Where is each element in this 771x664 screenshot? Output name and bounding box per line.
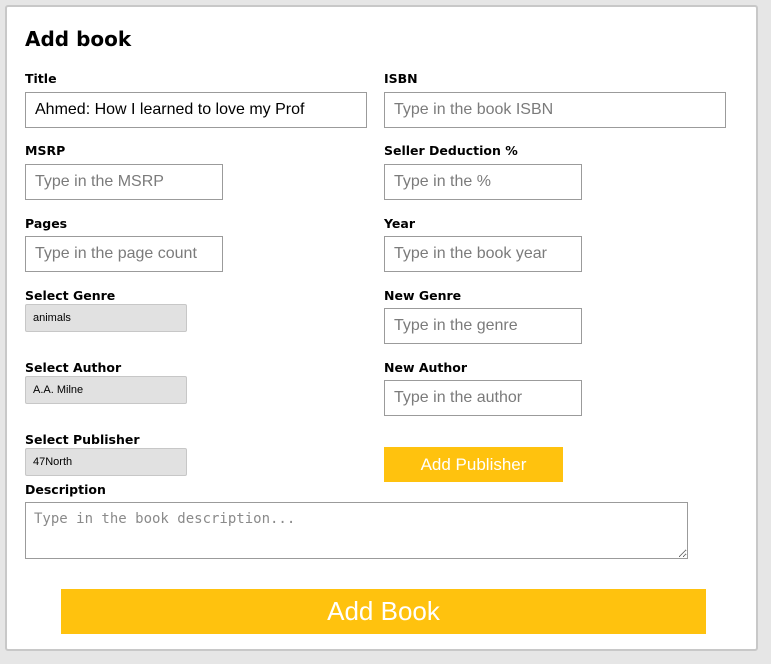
pages-input[interactable]: [25, 236, 223, 272]
msrp-input[interactable]: [25, 164, 223, 200]
author-select[interactable]: A.A. Milne: [25, 376, 187, 404]
isbn-input[interactable]: [384, 92, 726, 128]
author-select-value: A.A. Milne: [33, 384, 84, 396]
title-label: Title: [25, 71, 57, 86]
genre-select[interactable]: animals: [25, 304, 187, 332]
description-label: Description: [25, 482, 106, 497]
year-label: Year: [384, 216, 415, 231]
new-genre-input[interactable]: [384, 308, 582, 344]
select-publisher-label: Select Publisher: [25, 432, 140, 447]
new-author-input[interactable]: [384, 380, 582, 416]
genre-select-value: animals: [33, 312, 71, 324]
seller-deduction-input[interactable]: [384, 164, 582, 200]
msrp-label: MSRP: [25, 143, 66, 158]
select-author-label: Select Author: [25, 360, 122, 375]
new-author-label: New Author: [384, 360, 468, 375]
add-book-button[interactable]: Add Book: [61, 589, 706, 634]
title-input[interactable]: [25, 92, 367, 128]
isbn-label: ISBN: [384, 71, 418, 86]
add-publisher-button[interactable]: Add Publisher: [384, 447, 563, 482]
add-book-card: Add book Title ISBN MSRP Seller Deductio…: [5, 5, 758, 651]
seller-deduction-label: Seller Deduction %: [384, 143, 518, 158]
description-textarea[interactable]: [25, 502, 688, 559]
year-input[interactable]: [384, 236, 582, 272]
select-genre-label: Select Genre: [25, 288, 116, 303]
page-title: Add book: [25, 27, 132, 51]
new-genre-label: New Genre: [384, 288, 462, 303]
pages-label: Pages: [25, 216, 68, 231]
publisher-select[interactable]: 47North: [25, 448, 187, 476]
publisher-select-value: 47North: [33, 456, 73, 468]
